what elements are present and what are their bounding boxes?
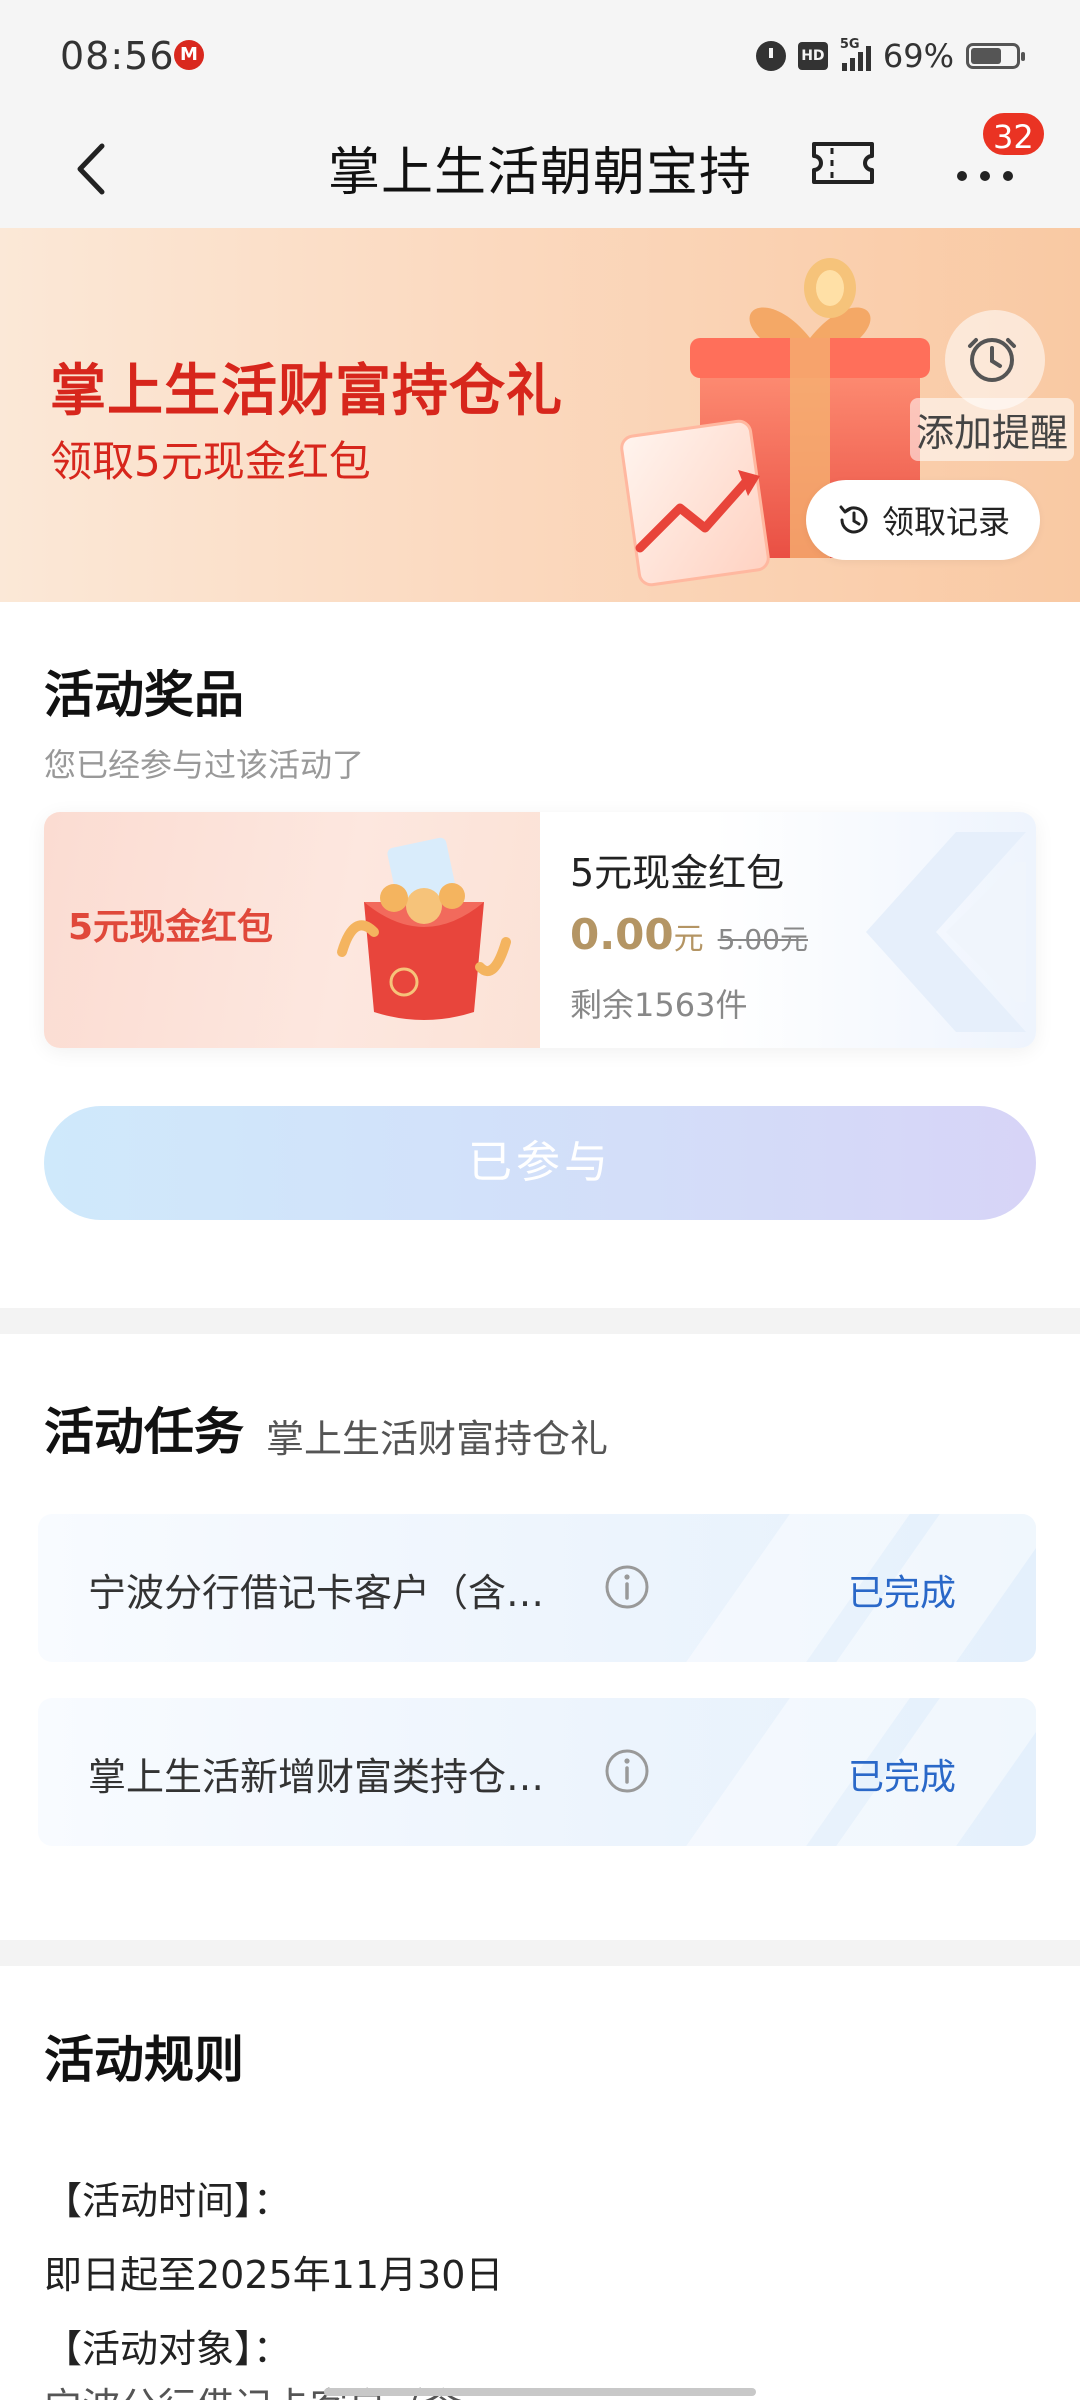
joined-button[interactable]: 已参与 (44, 1106, 1036, 1220)
page-title: 掌上生活朝朝宝持 (327, 143, 752, 203)
prize-card-image: 5元现金红包 (44, 812, 540, 1048)
notification-badge: 32 (980, 110, 1047, 158)
tasks-section-subtitle: 掌上生活财富持仓礼 (266, 1417, 609, 1461)
red-envelope-illustration (337, 837, 511, 1020)
banner-subtitle: 领取5元现金红包 (50, 437, 371, 486)
history-icon (839, 505, 868, 534)
section-divider (0, 1940, 1080, 1966)
task-item[interactable]: 掌上生活新增财富类持仓… 已完成 (38, 1698, 1036, 1846)
claim-record-label: 领取记录 (881, 503, 1010, 541)
banner-title: 掌上生活财富持仓礼 (50, 359, 563, 424)
task-label: 掌上生活新增财富类持仓… (88, 1755, 545, 1799)
claim-record-button[interactable]: 领取记录 (806, 480, 1040, 560)
info-icon[interactable] (604, 1748, 650, 1794)
rule-line: 即日起至2025年11月30日 (44, 2253, 504, 2297)
task-status: 已完成 (848, 1757, 957, 1798)
task-status: 已完成 (848, 1573, 957, 1614)
tasks-section-title: 活动任务 (44, 1403, 244, 1461)
alarm-clock-icon[interactable] (962, 328, 1022, 388)
prizes-section-title: 活动奖品 (44, 666, 244, 724)
chevron-decoration-icon (866, 832, 1026, 1032)
hd-icon: HD (797, 42, 828, 70)
rule-line: 【活动对象】： (44, 2327, 292, 2371)
app-notification-icon: M (174, 40, 204, 70)
activity-banner: 掌上生活财富持仓礼 领取5元现金红包 添加提醒 领取记录 (0, 228, 1080, 602)
task-label: 宁波分行借记卡客户（含… (88, 1571, 545, 1615)
battery-percent: 69% (882, 37, 954, 75)
battery-icon (966, 43, 1025, 69)
prize-price-value: 0.00 (570, 910, 674, 959)
prize-original-price: 5.00元 (717, 923, 808, 956)
alarm-icon (755, 41, 786, 71)
status-bar: 08:56 M HD 5G 69% (0, 0, 1080, 110)
rules-section-title: 活动规则 (44, 2031, 244, 2089)
info-icon[interactable] (604, 1564, 650, 1610)
prize-stock: 剩余1563件 (570, 986, 748, 1024)
prize-card-details: 5元现金红包 0.00元 5.00元 剩余1563件 (540, 812, 1036, 1048)
home-indicator[interactable] (324, 2388, 756, 2396)
section-divider (0, 1308, 1080, 1334)
participation-note: 您已经参与过该活动了 (44, 746, 365, 784)
add-reminder-button[interactable]: 添加提醒 (910, 398, 1075, 461)
navigation-bar: 掌上生活朝朝宝持 32 (0, 110, 1080, 228)
status-icons: HD 5G 69% (755, 36, 1025, 76)
prize-card[interactable]: 5元现金红包 5元现金红包 0.00元 5.00元 剩余1563件 (44, 812, 1036, 1048)
rule-line: 【活动时间】： (44, 2179, 292, 2223)
ticket-icon[interactable] (810, 138, 876, 188)
prize-image-label: 5元现金红包 (68, 907, 274, 948)
status-time: 08:56 (60, 34, 175, 78)
prize-name: 5元现金红包 (570, 851, 785, 895)
prize-price-unit: 元 (673, 922, 704, 957)
prize-price: 0.00元 5.00元 (570, 910, 808, 959)
task-item[interactable]: 宁波分行借记卡客户（含… 已完成 (38, 1514, 1036, 1662)
5g-signal-icon: 5G (840, 37, 871, 71)
